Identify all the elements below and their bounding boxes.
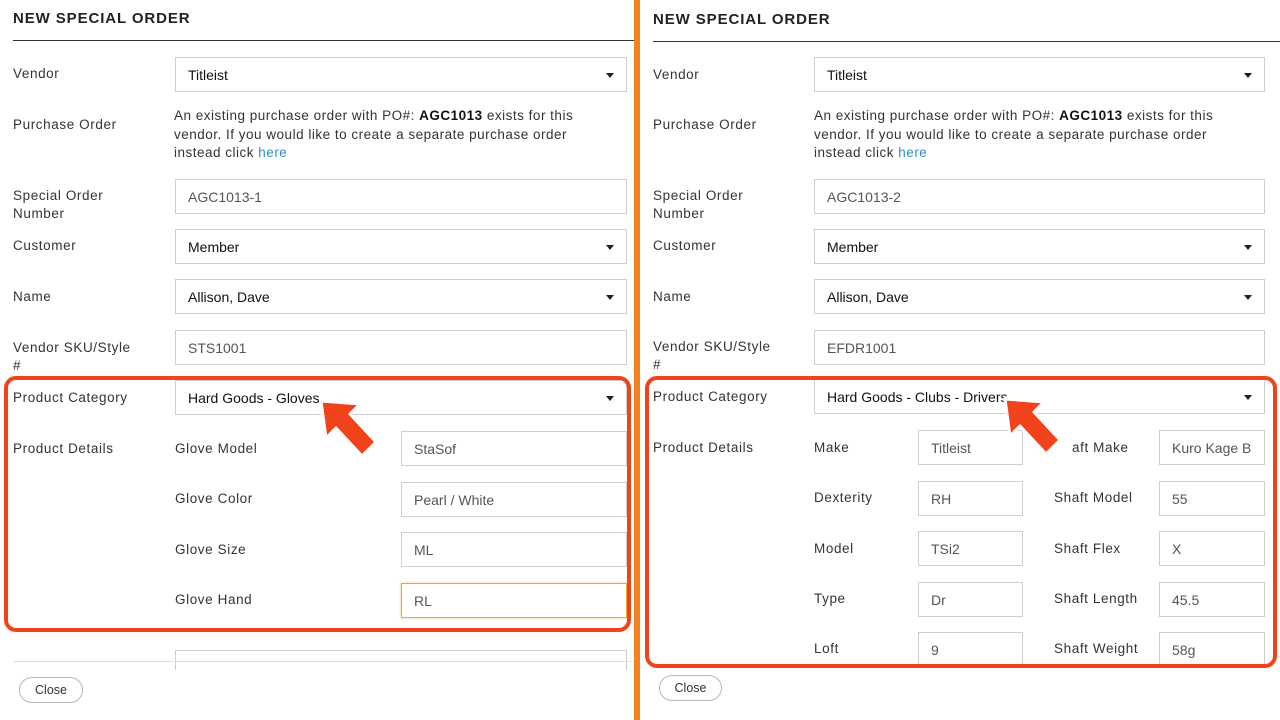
special-order-label-line1: Special Order bbox=[653, 188, 744, 203]
purchase-order-label: Purchase Order bbox=[13, 117, 117, 132]
chevron-down-icon bbox=[1244, 295, 1252, 300]
page-title: NEW SPECIAL ORDER bbox=[13, 10, 191, 27]
vendor-value: Titleist bbox=[188, 66, 228, 83]
close-button[interactable]: Close bbox=[19, 677, 83, 703]
po-text-start: An existing purchase order with PO#: bbox=[174, 108, 420, 123]
vendor-sku-input[interactable]: STS1001 bbox=[175, 330, 627, 365]
name-select[interactable]: Allison, Dave bbox=[814, 279, 1265, 314]
vendor-sku-label: Vendor SKU/Style # bbox=[653, 338, 771, 374]
vendor-select[interactable]: Titleist bbox=[175, 57, 627, 92]
chevron-down-icon bbox=[606, 245, 614, 250]
special-order-label-line2: Number bbox=[653, 206, 705, 221]
right-panel: NEW SPECIAL ORDER Vendor Titleist Purcha… bbox=[640, 0, 1280, 720]
vendor-label: Vendor bbox=[13, 66, 60, 81]
separate-po-link[interactable]: here bbox=[258, 145, 287, 160]
special-order-number-input[interactable]: AGC1013-2 bbox=[814, 179, 1265, 214]
vendor-sku-input[interactable]: EFDR1001 bbox=[814, 330, 1265, 365]
vendor-sku-label-line1: Vendor SKU/Style bbox=[13, 340, 131, 355]
special-order-number-label: Special Order Number bbox=[653, 187, 743, 223]
customer-select[interactable]: Member bbox=[814, 229, 1265, 264]
customer-select[interactable]: Member bbox=[175, 229, 627, 264]
special-order-number-input[interactable]: AGC1013-1 bbox=[175, 179, 627, 214]
separate-po-link[interactable]: here bbox=[898, 145, 927, 160]
name-value: Allison, Dave bbox=[188, 288, 270, 305]
name-label: Name bbox=[653, 289, 692, 304]
customer-value: Member bbox=[188, 238, 240, 255]
po-text-start: An existing purchase order with PO#: bbox=[814, 108, 1060, 123]
vendor-sku-label-line2: # bbox=[653, 357, 662, 372]
special-order-number-label: Special Order Number bbox=[13, 187, 103, 223]
highlight-box bbox=[645, 376, 1277, 668]
vendor-label: Vendor bbox=[653, 67, 700, 82]
customer-value: Member bbox=[827, 238, 879, 255]
close-button[interactable]: Close bbox=[659, 675, 722, 701]
customer-label: Customer bbox=[653, 238, 717, 253]
footer-divider bbox=[13, 661, 634, 662]
purchase-order-notice: An existing purchase order with PO#: AGC… bbox=[814, 107, 1254, 163]
vendor-select[interactable]: Titleist bbox=[814, 57, 1265, 92]
chevron-down-icon bbox=[606, 73, 614, 78]
chevron-down-icon bbox=[1244, 73, 1252, 78]
name-select[interactable]: Allison, Dave bbox=[175, 279, 627, 314]
customer-label: Customer bbox=[13, 238, 77, 253]
annotation-arrow-icon bbox=[319, 399, 378, 458]
vendor-sku-label-line2: # bbox=[13, 358, 22, 373]
next-field-partial[interactable] bbox=[175, 650, 627, 670]
purchase-order-notice: An existing purchase order with PO#: AGC… bbox=[174, 107, 614, 163]
vendor-value: Titleist bbox=[827, 66, 867, 83]
title-divider bbox=[653, 41, 1280, 42]
chevron-down-icon bbox=[606, 295, 614, 300]
purchase-order-label: Purchase Order bbox=[653, 117, 757, 132]
vendor-sku-label: Vendor SKU/Style # bbox=[13, 339, 131, 375]
left-panel: NEW SPECIAL ORDER Vendor Titleist Purcha… bbox=[0, 0, 636, 720]
po-number: AGC1013 bbox=[1059, 108, 1123, 123]
po-number: AGC1013 bbox=[419, 108, 483, 123]
chevron-down-icon bbox=[1244, 245, 1252, 250]
name-label: Name bbox=[13, 289, 52, 304]
page-title: NEW SPECIAL ORDER bbox=[653, 11, 831, 28]
special-order-label-line2: Number bbox=[13, 206, 65, 221]
name-value: Allison, Dave bbox=[827, 288, 909, 305]
annotation-arrow-icon bbox=[1003, 397, 1062, 456]
vendor-sku-label-line1: Vendor SKU/Style bbox=[653, 339, 771, 354]
special-order-label-line1: Special Order bbox=[13, 188, 104, 203]
title-divider bbox=[13, 40, 634, 41]
